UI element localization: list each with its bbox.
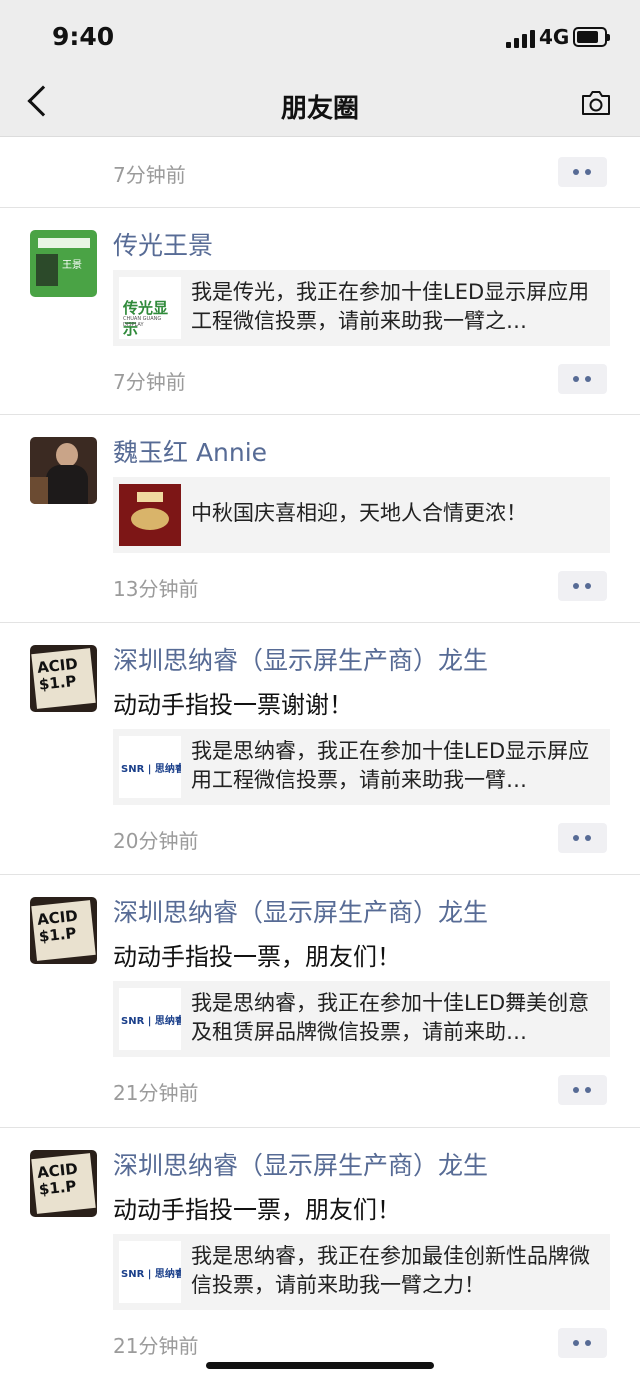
moment-timestamp: 21分钟前 — [113, 1334, 199, 1358]
avatar-name: 王景 — [62, 260, 82, 271]
link-card[interactable]: 中秋国庆喜相迎，天地人合情更浓！ — [113, 477, 610, 553]
moment-author[interactable]: 深圳思纳睿（显示屏生产商）龙生 — [113, 893, 488, 929]
moment-item: ACID $1.P 深圳思纳睿（显示屏生产商）龙生 动动手指投一票，朋友们！ S… — [0, 1128, 640, 1378]
link-thumbnail — [119, 484, 181, 546]
moment-timestamp: 20分钟前 — [113, 829, 199, 853]
link-thumbnail: SNR | 思纳睿 — [119, 736, 181, 798]
link-logo-text: SNR | 思纳睿 — [121, 1016, 181, 1027]
signal-icon — [506, 30, 536, 48]
moment-item: 王景 传光王景 传光显示 CHUAN GUANG DISPLAY 我是传光，我正… — [0, 208, 640, 415]
link-card[interactable]: 传光显示 CHUAN GUANG DISPLAY 我是传光，我正在参加十佳LED… — [113, 270, 610, 346]
link-title: 我是传光，我正在参加十佳LED显示屏应用工程微信投票，请前来助我一臂之… — [191, 280, 590, 333]
network-type: 4G — [539, 25, 570, 49]
nav-bar: 朋友圈 — [0, 76, 640, 137]
moment-author[interactable]: 深圳思纳睿（显示屏生产商）龙生 — [113, 641, 488, 677]
link-logo-subtext: CHUAN GUANG DISPLAY — [123, 316, 162, 328]
link-thumbnail: 传光显示 CHUAN GUANG DISPLAY — [119, 277, 181, 339]
avatar-text: ACID $1.P — [36, 906, 79, 946]
moment-text: 动动手指投一票谢谢！ — [113, 691, 353, 719]
more-actions-button[interactable] — [558, 157, 607, 187]
moment-timestamp: 13分钟前 — [113, 577, 199, 601]
moment-timestamp: 7分钟前 — [113, 370, 186, 394]
status-time: 9:40 — [52, 22, 115, 51]
avatar[interactable]: 王景 — [30, 230, 97, 297]
moment-text: 动动手指投一票，朋友们！ — [113, 943, 401, 971]
link-thumbnail: SNR | 思纳睿 — [119, 988, 181, 1050]
status-bar: 9:40 4G — [0, 0, 640, 76]
camera-icon[interactable] — [580, 90, 612, 116]
battery-icon — [573, 27, 610, 47]
avatar[interactable]: ACID $1.P — [30, 1150, 97, 1217]
moment-author[interactable]: 深圳思纳睿（显示屏生产商）龙生 — [113, 1146, 488, 1182]
moment-timestamp: 7分钟前 — [113, 163, 186, 187]
link-card[interactable]: SNR | 思纳睿 我是思纳睿，我正在参加十佳LED舞美创意及租赁屏品牌微信投票… — [113, 981, 610, 1057]
link-card[interactable]: SNR | 思纳睿 我是思纳睿，我正在参加十佳LED显示屏应用工程微信投票，请前… — [113, 729, 610, 805]
link-logo-text: SNR | 思纳睿 — [121, 764, 181, 775]
more-actions-button[interactable] — [558, 1328, 607, 1358]
moment-text: 动动手指投一票，朋友们！ — [113, 1196, 401, 1224]
link-title: 中秋国庆喜相迎，天地人合情更浓！ — [191, 501, 527, 525]
avatar[interactable]: ACID $1.P — [30, 897, 97, 964]
avatar[interactable] — [30, 437, 97, 504]
more-actions-button[interactable] — [558, 571, 607, 601]
link-logo-text: SNR | 思纳睿 — [121, 1269, 181, 1280]
battery-fill — [577, 31, 598, 43]
link-title: 我是思纳睿，我正在参加十佳LED舞美创意及租赁屏品牌微信投票，请前来助… — [191, 991, 590, 1044]
link-title: 我是思纳睿，我正在参加最佳创新性品牌微信投票，请前来助我一臂之力！ — [191, 1244, 590, 1297]
more-actions-button[interactable] — [558, 364, 607, 394]
moment-timestamp: 21分钟前 — [113, 1081, 199, 1105]
moment-author[interactable]: 魏玉红 Annie — [113, 433, 267, 469]
moment-author[interactable]: 传光王景 — [113, 226, 213, 262]
avatar-text: ACID $1.P — [36, 654, 79, 694]
link-title: 我是思纳睿，我正在参加十佳LED显示屏应用工程微信投票，请前来助我一臂… — [191, 739, 590, 792]
home-indicator[interactable] — [206, 1362, 434, 1369]
more-actions-button[interactable] — [558, 823, 607, 853]
avatar[interactable]: ACID $1.P — [30, 645, 97, 712]
moment-item: ACID $1.P 深圳思纳睿（显示屏生产商）龙生 动动手指投一票谢谢！ SNR… — [0, 623, 640, 875]
page-title: 朋友圈 — [280, 94, 359, 124]
moment-item: ACID $1.P 深圳思纳睿（显示屏生产商）龙生 动动手指投一票，朋友们！ S… — [0, 875, 640, 1128]
moment-item: 魏玉红 Annie 中秋国庆喜相迎，天地人合情更浓！ 13分钟前 — [0, 415, 640, 623]
avatar-text: ACID $1.P — [36, 1159, 79, 1199]
link-thumbnail: SNR | 思纳睿 — [119, 1241, 181, 1303]
more-actions-button[interactable] — [558, 1075, 607, 1105]
moments-feed: 7分钟前 王景 传光王景 传光显示 CHUAN GUANG DISPLAY 我是… — [0, 137, 640, 1378]
moment-item-partial: 7分钟前 — [0, 137, 640, 208]
link-card[interactable]: SNR | 思纳睿 我是思纳睿，我正在参加最佳创新性品牌微信投票，请前来助我一臂… — [113, 1234, 610, 1310]
